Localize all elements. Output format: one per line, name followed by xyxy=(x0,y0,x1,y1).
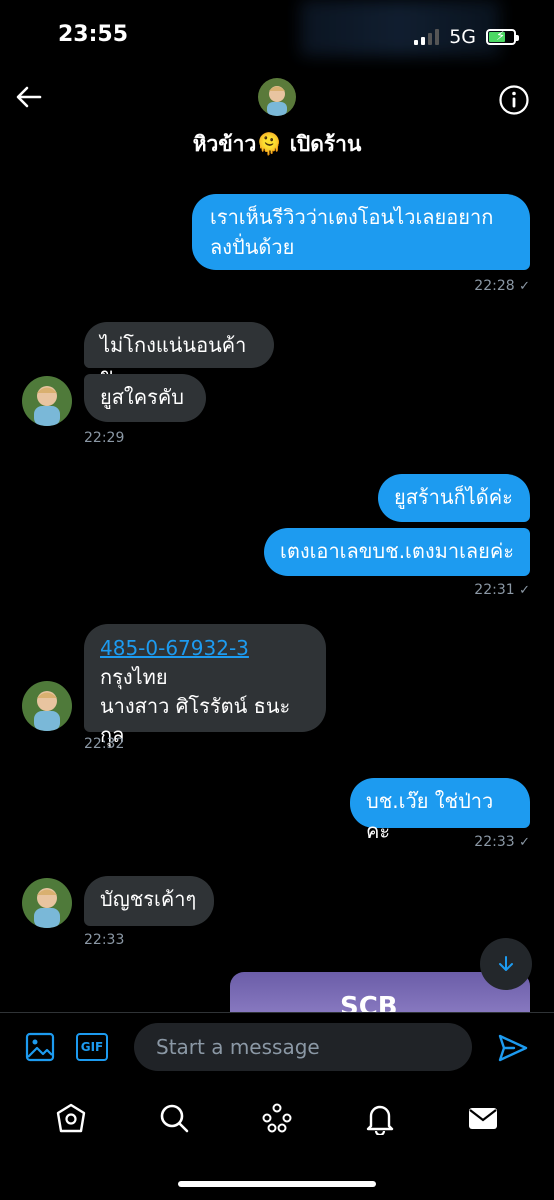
home-icon[interactable] xyxy=(54,1101,88,1135)
header-avatar[interactable] xyxy=(258,78,296,116)
scroll-to-bottom-button[interactable] xyxy=(480,938,532,990)
send-icon[interactable] xyxy=(496,1031,530,1065)
status-time: 23:55 xyxy=(58,22,129,47)
message-time: 22:33 ✓ xyxy=(474,834,530,850)
messages-icon[interactable] xyxy=(466,1101,500,1135)
message-input[interactable] xyxy=(134,1023,472,1071)
message-text: เตงเอาเลขบช.เตงมาเลยค่ะ xyxy=(280,539,514,563)
message-time: 22:33 xyxy=(84,932,125,948)
message-text: บัญชรเค้าๆ xyxy=(100,887,197,911)
message-time: 22:29 xyxy=(84,430,125,446)
info-icon[interactable] xyxy=(498,84,530,116)
title-emoji: 🫠 xyxy=(256,132,283,156)
sent-check-icon: ✓ xyxy=(519,279,530,294)
message-text: ยูสใครคับ xyxy=(100,385,184,409)
message-text: ยูสร้านก็ได้ค่ะ xyxy=(394,485,513,509)
battery-icon: ⚡ xyxy=(486,29,519,45)
account-holder-name: นางสาว ศิโรรัตน์ ธนะกุล xyxy=(100,694,291,747)
sent-check-icon: ✓ xyxy=(519,835,530,850)
signal-icon xyxy=(414,29,440,45)
message-time: 22:28 ✓ xyxy=(474,278,530,294)
outgoing-message[interactable]: เราเห็นรีวิวว่าเตงโอนไวเลยอยากลงปั่นด้วย xyxy=(192,194,530,270)
status-icons: 5G ⚡ xyxy=(414,26,519,48)
bottom-navigation xyxy=(0,1085,554,1150)
incoming-message[interactable]: บัญชรเค้าๆ xyxy=(84,876,214,926)
network-label: 5G xyxy=(449,26,476,48)
image-icon[interactable] xyxy=(24,1031,56,1063)
incoming-message[interactable]: ไม่โกงแน่นอนค้าข xyxy=(84,322,274,387)
account-number-link[interactable]: 485-0-67932-3 xyxy=(100,634,310,663)
back-arrow-icon[interactable] xyxy=(14,82,44,112)
outgoing-message[interactable]: ยูสร้านก็ได้ค่ะ xyxy=(378,474,530,522)
title-suffix: เปิดร้าน xyxy=(289,132,362,156)
message-time: 22:31 ✓ xyxy=(474,582,530,598)
sent-check-icon: ✓ xyxy=(519,583,530,598)
search-icon[interactable] xyxy=(157,1101,191,1135)
sender-avatar[interactable] xyxy=(22,681,72,731)
incoming-message[interactable]: ยูสใครคับ xyxy=(84,374,206,422)
gif-icon[interactable]: GIF xyxy=(76,1033,108,1061)
message-time: 22:32 xyxy=(84,736,125,752)
home-indicator xyxy=(178,1181,376,1187)
communities-icon[interactable] xyxy=(260,1101,294,1135)
arrow-down-icon xyxy=(499,956,513,971)
outgoing-message[interactable]: เตงเอาเลขบช.เตงมาเลยค่ะ xyxy=(264,528,530,576)
outgoing-message[interactable]: บช.เว๊ย ใช่ป่าวคะ xyxy=(350,778,530,843)
sender-avatar[interactable] xyxy=(22,376,72,426)
message-text: เราเห็นรีวิวว่าเตงโอนไวเลยอยากลงปั่นด้วย xyxy=(210,205,494,259)
incoming-message[interactable]: 485-0-67932-3 กรุงไทย นางสาว ศิโรรัตน์ ธ… xyxy=(84,624,326,747)
message-composer: GIF xyxy=(0,1012,554,1085)
bank-name: กรุงไทย xyxy=(100,665,168,689)
conversation-title: หิวข้าว🫠 เปิดร้าน xyxy=(0,128,554,161)
sender-avatar[interactable] xyxy=(22,878,72,928)
title-text: หิวข้าว xyxy=(192,132,257,156)
notifications-icon[interactable] xyxy=(363,1101,397,1135)
